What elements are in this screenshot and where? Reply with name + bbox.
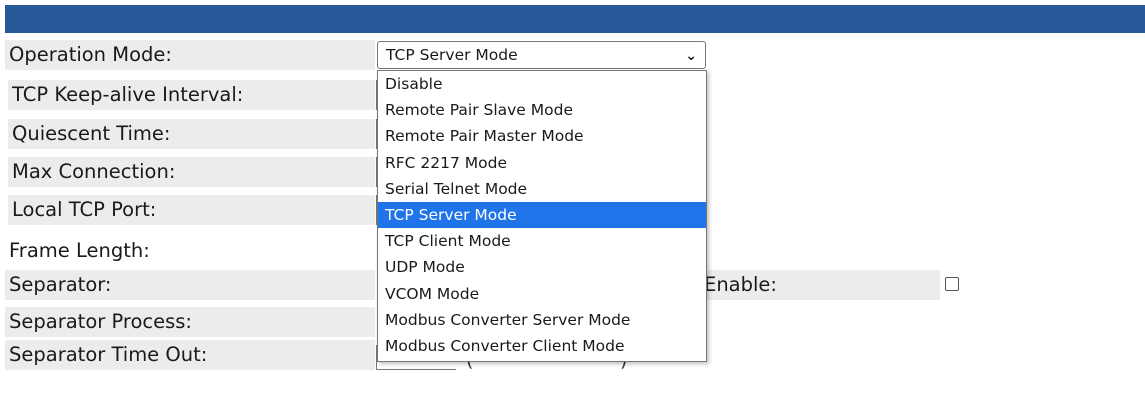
- option-rfc2217[interactable]: RFC 2217 Mode: [378, 150, 706, 176]
- option-tcp-client[interactable]: TCP Client Mode: [378, 228, 706, 254]
- max-connection-label: Max Connection:: [8, 157, 375, 187]
- option-vcom[interactable]: VCOM Mode: [378, 281, 706, 307]
- option-disable[interactable]: Disable: [378, 71, 706, 97]
- local-port-label: Local TCP Port:: [8, 195, 375, 225]
- operation-mode-label: Operation Mode:: [5, 40, 375, 70]
- separator-enable-label: Enable:: [690, 270, 940, 300]
- operation-mode-value: TCP Server Mode: [386, 46, 518, 64]
- quiescent-label: Quiescent Time:: [8, 119, 375, 149]
- chevron-down-icon: ⌄: [685, 48, 697, 64]
- option-serial-telnet[interactable]: Serial Telnet Mode: [378, 176, 706, 202]
- separator-enable-checkbox[interactable]: [945, 277, 959, 291]
- operation-mode-dropdown[interactable]: Disable Remote Pair Slave Mode Remote Pa…: [377, 70, 707, 362]
- separator-timeout-label: Separator Time Out:: [5, 340, 375, 370]
- option-modbus-client[interactable]: Modbus Converter Client Mode: [378, 333, 706, 359]
- separator-label: Separator:: [5, 270, 375, 300]
- option-remote-pair-slave[interactable]: Remote Pair Slave Mode: [378, 97, 706, 123]
- option-udp[interactable]: UDP Mode: [378, 254, 706, 280]
- operation-mode-select[interactable]: TCP Server Mode ⌄: [377, 41, 706, 69]
- separator-process-label: Separator Process:: [5, 307, 375, 337]
- frame-length-label: Frame Length:: [9, 239, 150, 262]
- option-modbus-server[interactable]: Modbus Converter Server Mode: [378, 307, 706, 333]
- option-remote-pair-master[interactable]: Remote Pair Master Mode: [378, 123, 706, 149]
- keepalive-label: TCP Keep-alive Interval:: [8, 80, 375, 110]
- header-bar: [5, 5, 1145, 33]
- option-tcp-server[interactable]: TCP Server Mode: [378, 201, 706, 229]
